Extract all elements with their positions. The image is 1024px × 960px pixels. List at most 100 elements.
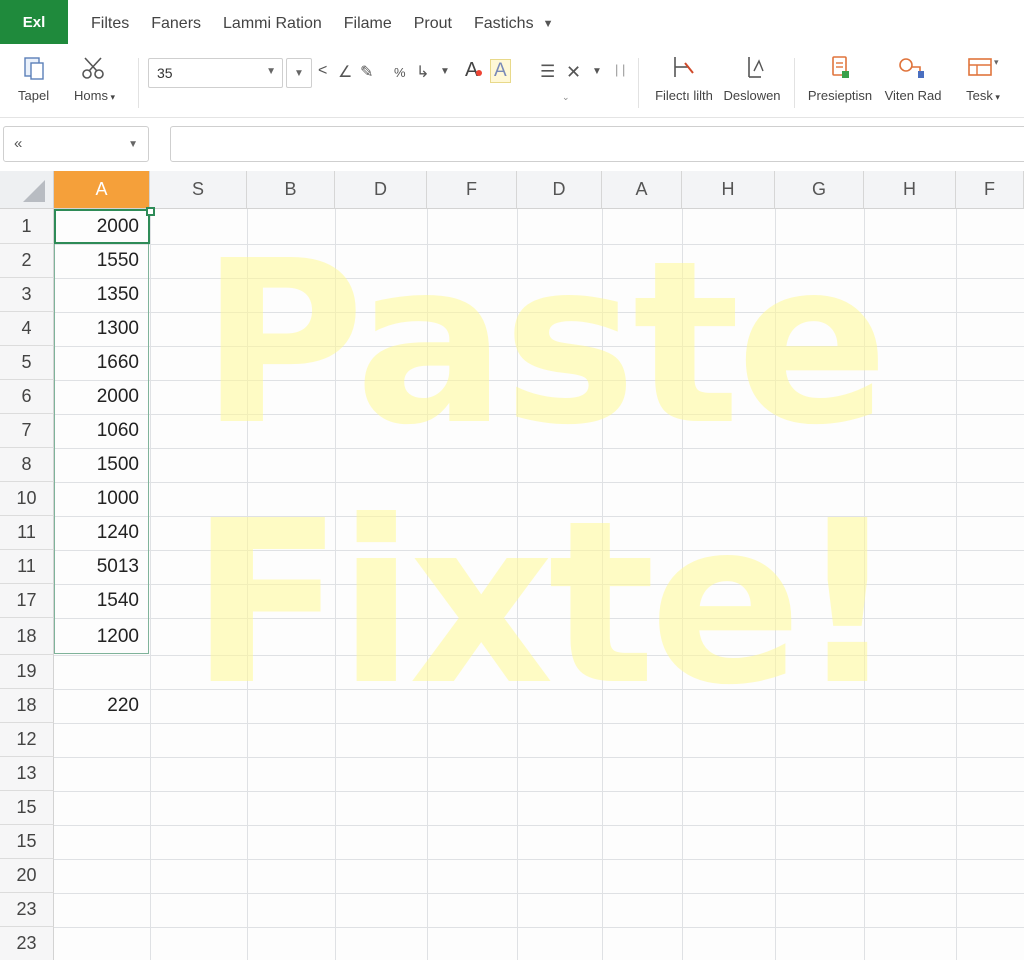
row-header[interactable]: 17 — [0, 584, 54, 618]
row-header[interactable]: 13 — [0, 757, 54, 791]
font-size-select[interactable]: 35 ▼ — [148, 58, 283, 88]
cell-column-a[interactable]: 1660 — [54, 346, 149, 380]
row-header[interactable]: 7 — [0, 414, 54, 448]
row-header[interactable]: 18 — [0, 689, 54, 723]
row-header[interactable]: 19 — [0, 655, 54, 689]
cell-column-a[interactable]: 1540 — [54, 584, 149, 618]
cell-column-a[interactable]: 1550 — [54, 244, 149, 278]
cell-column-a[interactable]: 1350 — [54, 278, 149, 312]
row-header[interactable]: 6 — [0, 380, 54, 414]
font-color-icon[interactable]: A — [465, 59, 483, 82]
highlight-icon[interactable]: A — [490, 59, 511, 83]
column-header[interactable]: A — [54, 171, 150, 209]
home-button[interactable]: Homs ▾ — [74, 54, 115, 103]
column-header[interactable]: A — [602, 171, 682, 209]
chevron-down-icon: ▼ — [266, 66, 276, 77]
column-header[interactable]: H — [682, 171, 775, 209]
column-header[interactable]: S — [150, 171, 247, 209]
grid-row-line — [54, 618, 1024, 619]
row-header[interactable]: 3 — [0, 278, 54, 312]
grid-row-line — [54, 927, 1024, 928]
cell-column-a[interactable]: 1300 — [54, 312, 149, 346]
column-header[interactable]: B — [247, 171, 335, 209]
cell-column-a[interactable] — [54, 791, 149, 825]
chevron-down-icon[interactable]: ▼ — [592, 66, 602, 77]
row-header[interactable]: 23 — [0, 927, 54, 960]
angle-icon[interactable]: ∠ — [338, 62, 352, 82]
row-header[interactable]: 11 — [0, 516, 54, 550]
column-header[interactable]: H — [864, 171, 956, 209]
fill-handle[interactable] — [146, 207, 155, 216]
viten-rad-button[interactable]: Viten Rad — [878, 54, 948, 103]
menu-item-filame[interactable]: Filame — [333, 15, 403, 33]
cell-column-a[interactable] — [54, 655, 149, 689]
cell-column-a[interactable]: 5013 — [54, 550, 149, 584]
align-icon[interactable]: ☰ — [540, 62, 555, 82]
cell-column-a[interactable]: 1240 — [54, 516, 149, 550]
menu-item-prout[interactable]: Prout — [403, 15, 463, 33]
app-logo[interactable]: Exl — [0, 0, 68, 44]
row-header[interactable]: 8 — [0, 448, 54, 482]
menu-item-faners[interactable]: Faners — [140, 15, 212, 33]
cell-column-a[interactable] — [54, 723, 149, 757]
cell-column-a[interactable] — [54, 825, 149, 859]
row-header[interactable]: 20 — [0, 859, 54, 893]
paste-button[interactable]: Tapel — [18, 54, 49, 103]
column-header[interactable]: D — [335, 171, 427, 209]
filter-button[interactable]: Filectı lilth — [654, 54, 714, 103]
row-header[interactable]: 5 — [0, 346, 54, 380]
deslowen-label: Deslowen — [723, 88, 781, 103]
percent-icon[interactable]: % — [394, 65, 406, 80]
clear-icon[interactable]: ✕ — [566, 62, 581, 83]
menu-item-fastichs[interactable]: Fastichs — [463, 15, 545, 33]
spreadsheet-grid[interactable]: A S B D F D A H G H F 1 2000 2 1550 3 1350 4 1300 5 1660 6 200… — [0, 171, 1024, 960]
column-header[interactable]: D — [517, 171, 602, 209]
row-header[interactable]: 2 — [0, 244, 54, 278]
cell-column-a[interactable]: 1000 — [54, 482, 149, 516]
cell-column-a[interactable]: 2000 — [54, 209, 149, 244]
table-icon: ▾ — [958, 54, 1008, 82]
cell-column-a[interactable] — [54, 859, 149, 893]
row-header[interactable]: 23 — [0, 893, 54, 927]
row-header[interactable]: 4 — [0, 312, 54, 346]
font-size-dropdown-button[interactable]: ▼ — [286, 58, 312, 88]
cell-column-a[interactable]: 1060 — [54, 414, 149, 448]
row-header[interactable]: 1 — [0, 209, 54, 244]
menu-item-lammi-ration[interactable]: Lammi Ration — [212, 15, 333, 33]
grid-row-line — [54, 825, 1024, 826]
sort-icon — [722, 54, 782, 82]
presiepti-button[interactable]: Presieptisn — [805, 54, 875, 103]
expand-chevron-icon[interactable]: ⌄ — [562, 92, 570, 103]
cell-column-a[interactable]: 1200 — [54, 618, 149, 655]
cell-column-a[interactable] — [54, 893, 149, 927]
cell-column-a[interactable]: 1500 — [54, 448, 149, 482]
deslowen-button[interactable]: Deslowen — [722, 54, 782, 103]
name-box[interactable]: « ▼ — [3, 126, 149, 162]
task-button[interactable]: ▾ Tesk ▾ — [958, 54, 1008, 103]
format-painter-icon[interactable]: ↳ — [416, 62, 429, 82]
cell-column-a[interactable] — [54, 927, 149, 960]
document-icon — [805, 54, 875, 82]
row-header[interactable]: 12 — [0, 723, 54, 757]
filter-icon — [654, 54, 714, 82]
row-header[interactable]: 15 — [0, 791, 54, 825]
column-header[interactable]: G — [775, 171, 864, 209]
pencil-icon[interactable]: ✎ — [360, 62, 373, 82]
chevron-down-icon[interactable]: ▼ — [440, 66, 450, 77]
row-header[interactable]: 15 — [0, 825, 54, 859]
select-all-corner[interactable] — [0, 171, 54, 209]
row-header[interactable]: 18 — [0, 618, 54, 655]
menu-item-filtes[interactable]: Filtes — [80, 15, 140, 33]
decrease-indent-icon[interactable]: < — [318, 62, 327, 80]
formula-bar[interactable] — [170, 126, 1024, 162]
row-header[interactable]: 10 — [0, 482, 54, 516]
menu-overflow-chevron-icon[interactable]: ▼ — [543, 18, 554, 30]
column-header[interactable]: F — [427, 171, 517, 209]
cell-column-a[interactable]: 2000 — [54, 380, 149, 414]
column-icon[interactable]: | | — [615, 62, 625, 77]
row-header[interactable]: 11 — [0, 550, 54, 584]
cell-column-a[interactable]: 220 — [54, 689, 149, 723]
grid-row-line — [54, 516, 1024, 517]
cell-column-a[interactable] — [54, 757, 149, 791]
column-header[interactable]: F — [956, 171, 1024, 209]
